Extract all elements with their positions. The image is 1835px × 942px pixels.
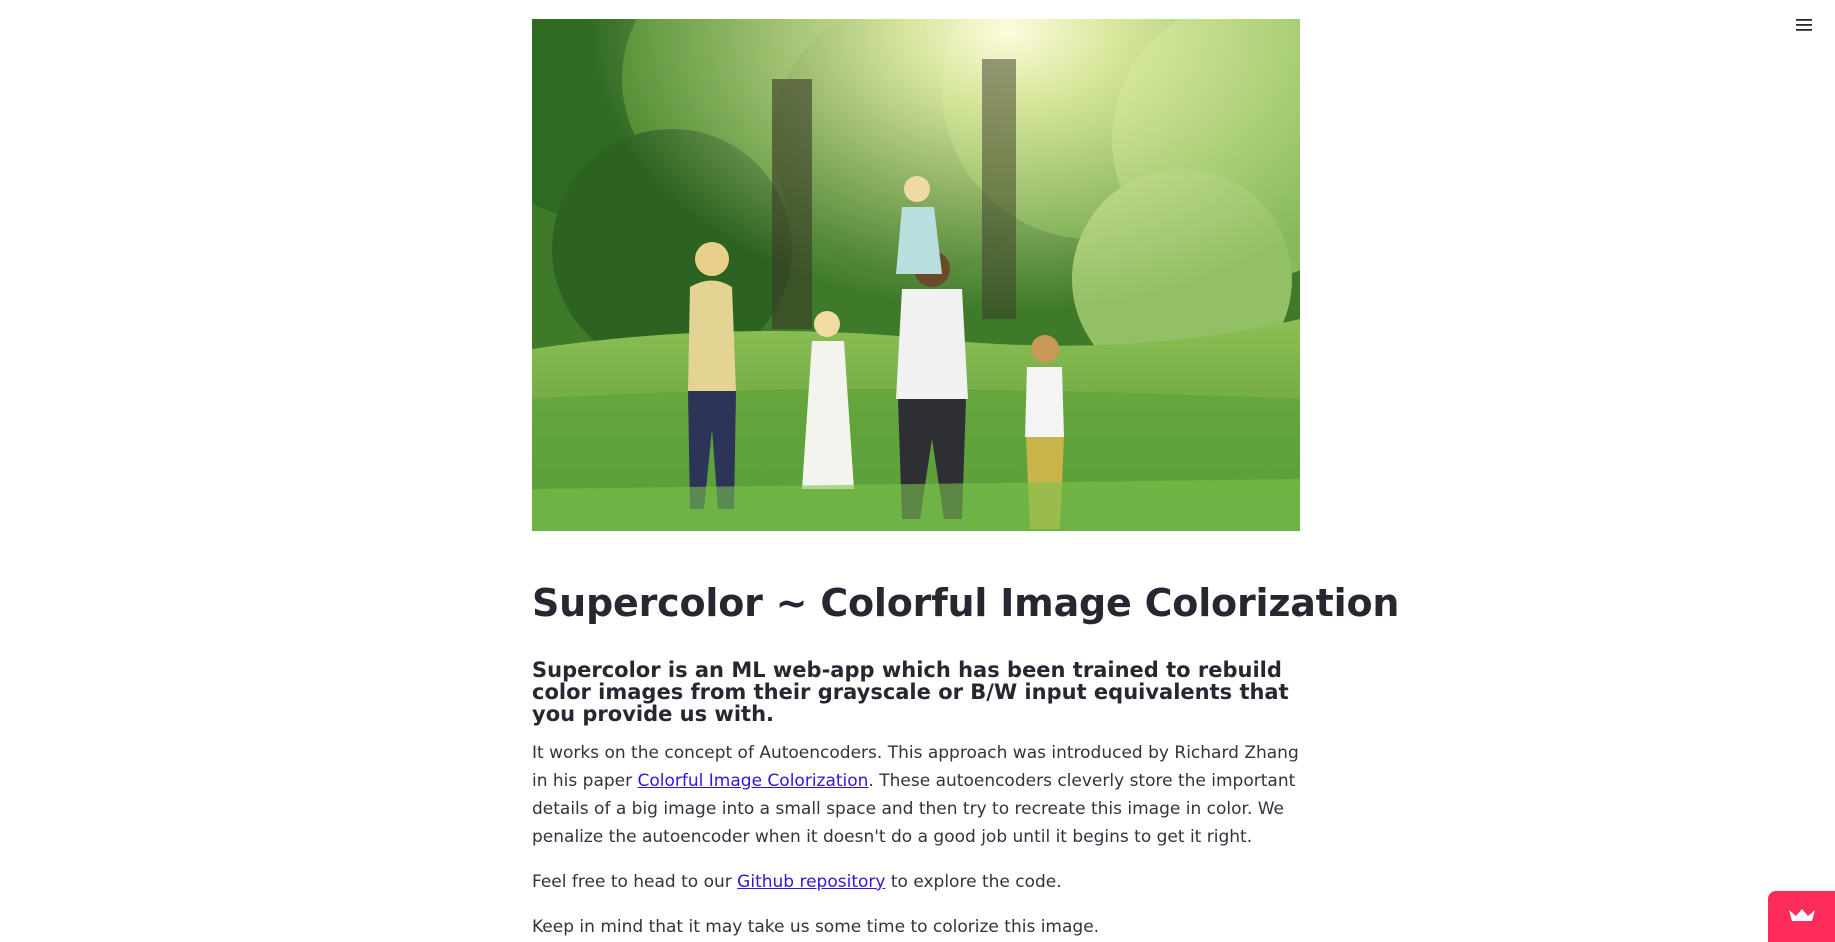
intro-paragraph: It works on the concept of Autoencoders.… bbox=[532, 739, 1300, 851]
paper-link[interactable]: Colorful Image Colorization bbox=[638, 771, 869, 791]
repo-text-before: Feel free to head to our bbox=[532, 871, 738, 892]
app-badge-button[interactable] bbox=[1768, 891, 1835, 942]
hamburger-menu-icon bbox=[1796, 18, 1812, 32]
page-title: Supercolor ~ Colorful Image Colorization bbox=[532, 581, 1400, 625]
repo-paragraph: Feel free to head to our Github reposito… bbox=[532, 868, 1300, 896]
page-subtitle: Supercolor is an ML web-app which has be… bbox=[532, 657, 1289, 726]
github-repo-link[interactable]: Github repository bbox=[737, 872, 885, 892]
main-content: Supercolor ~ Colorful Image Colorization… bbox=[532, 19, 1400, 941]
menu-button[interactable] bbox=[1789, 12, 1819, 38]
hero-image bbox=[532, 19, 1300, 531]
family-in-meadow-photo bbox=[532, 19, 1300, 531]
crown-icon bbox=[1787, 907, 1817, 927]
repo-text-after: to explore the code. bbox=[885, 871, 1062, 892]
wait-notice: Keep in mind that it may take us some ti… bbox=[532, 916, 1100, 937]
